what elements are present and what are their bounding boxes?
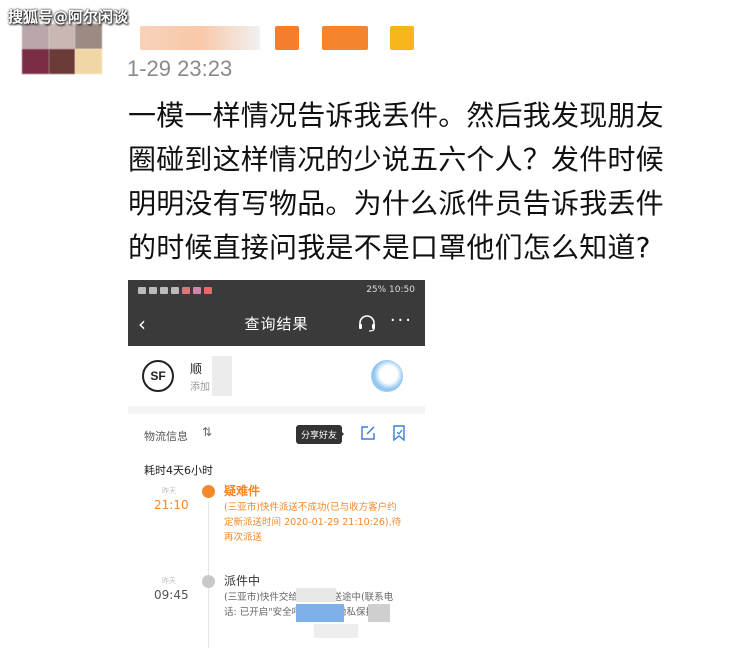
event-date: 昨天: [162, 487, 176, 495]
privacy-blur: [368, 604, 390, 622]
embedded-phone-screenshot: 25% 10:50 ‹ 查询结果 ··· SF 顺 添加 物流信息 ⇅ 分享好友: [128, 280, 425, 648]
nickname-blur: [390, 26, 414, 50]
page-title: 查询结果: [244, 314, 309, 333]
event-status: 派件中: [224, 574, 261, 588]
nickname-blur: [275, 26, 299, 50]
logistics-header: 物流信息 ⇅ 分享好友: [128, 414, 425, 454]
status-bar: 25% 10:50: [128, 280, 425, 300]
avatar[interactable]: [22, 24, 102, 74]
status-right: 25% 10:50: [366, 285, 415, 295]
sort-icon[interactable]: ⇅: [202, 425, 212, 439]
share-tooltip: 分享好友: [296, 425, 345, 444]
privacy-blur: [314, 624, 358, 638]
clock-icon: [202, 485, 215, 498]
back-chevron-icon[interactable]: ‹: [138, 312, 146, 336]
pending-dot-icon: [202, 575, 215, 588]
post-timestamp: 1-29 23:23: [127, 56, 233, 81]
carrier-avatar[interactable]: [371, 360, 403, 392]
event-detail: (三亚市)快件派送不成功(已与收方客户约定新派送时间 2020-01-29 21…: [224, 502, 402, 543]
post-line: 一模一样情况告诉我丢件。然后我发现朋友: [128, 99, 664, 132]
post-line: 的时候直接问我是不是口罩他们怎么知道?: [128, 231, 651, 264]
event-time: 21:10: [154, 498, 189, 512]
event-time: 09:45: [154, 588, 189, 602]
nickname-blur: [140, 26, 260, 50]
post-line: 圈碰到这样情况的少说五六个人？发件时候: [128, 143, 664, 176]
more-dots-icon[interactable]: ···: [390, 310, 413, 331]
post-body: 一模一样情况告诉我丢件。然后我发现朋友 圈碰到这样情况的少说五六个人？发件时候 …: [128, 94, 728, 270]
title-bar: ‹ 查询结果 ···: [128, 300, 425, 346]
event-status: 疑难件: [224, 484, 261, 498]
timeline: 耗时4天6小时 昨天 21:10 疑难件 (三亚市)快件派送不成功(已与收方客户…: [128, 454, 425, 648]
nickname-blur: [322, 26, 368, 50]
divider: [128, 406, 425, 414]
status-icons: [138, 286, 212, 294]
privacy-blur: [296, 588, 336, 602]
carrier-subtitle: 添加: [190, 382, 210, 393]
sf-logo: SF: [142, 360, 174, 392]
carrier-name-blur: [212, 356, 232, 396]
privacy-blur: [296, 604, 344, 622]
headset-icon[interactable]: [357, 313, 377, 333]
carrier-card[interactable]: SF 顺 添加: [128, 346, 425, 406]
logistics-label: 物流信息: [144, 430, 188, 443]
watermark: 搜狐号@阿尔闲谈: [8, 8, 129, 26]
bookmark-icon[interactable]: [392, 425, 406, 441]
post-line: 明明没有写物品。为什么派件员告诉我丢件: [128, 187, 664, 220]
carrier-name: 顺: [190, 362, 203, 376]
share-edit-icon[interactable]: [360, 425, 376, 441]
elapsed-time: 耗时4天6小时: [144, 464, 213, 477]
event-date: 昨天: [162, 577, 176, 585]
